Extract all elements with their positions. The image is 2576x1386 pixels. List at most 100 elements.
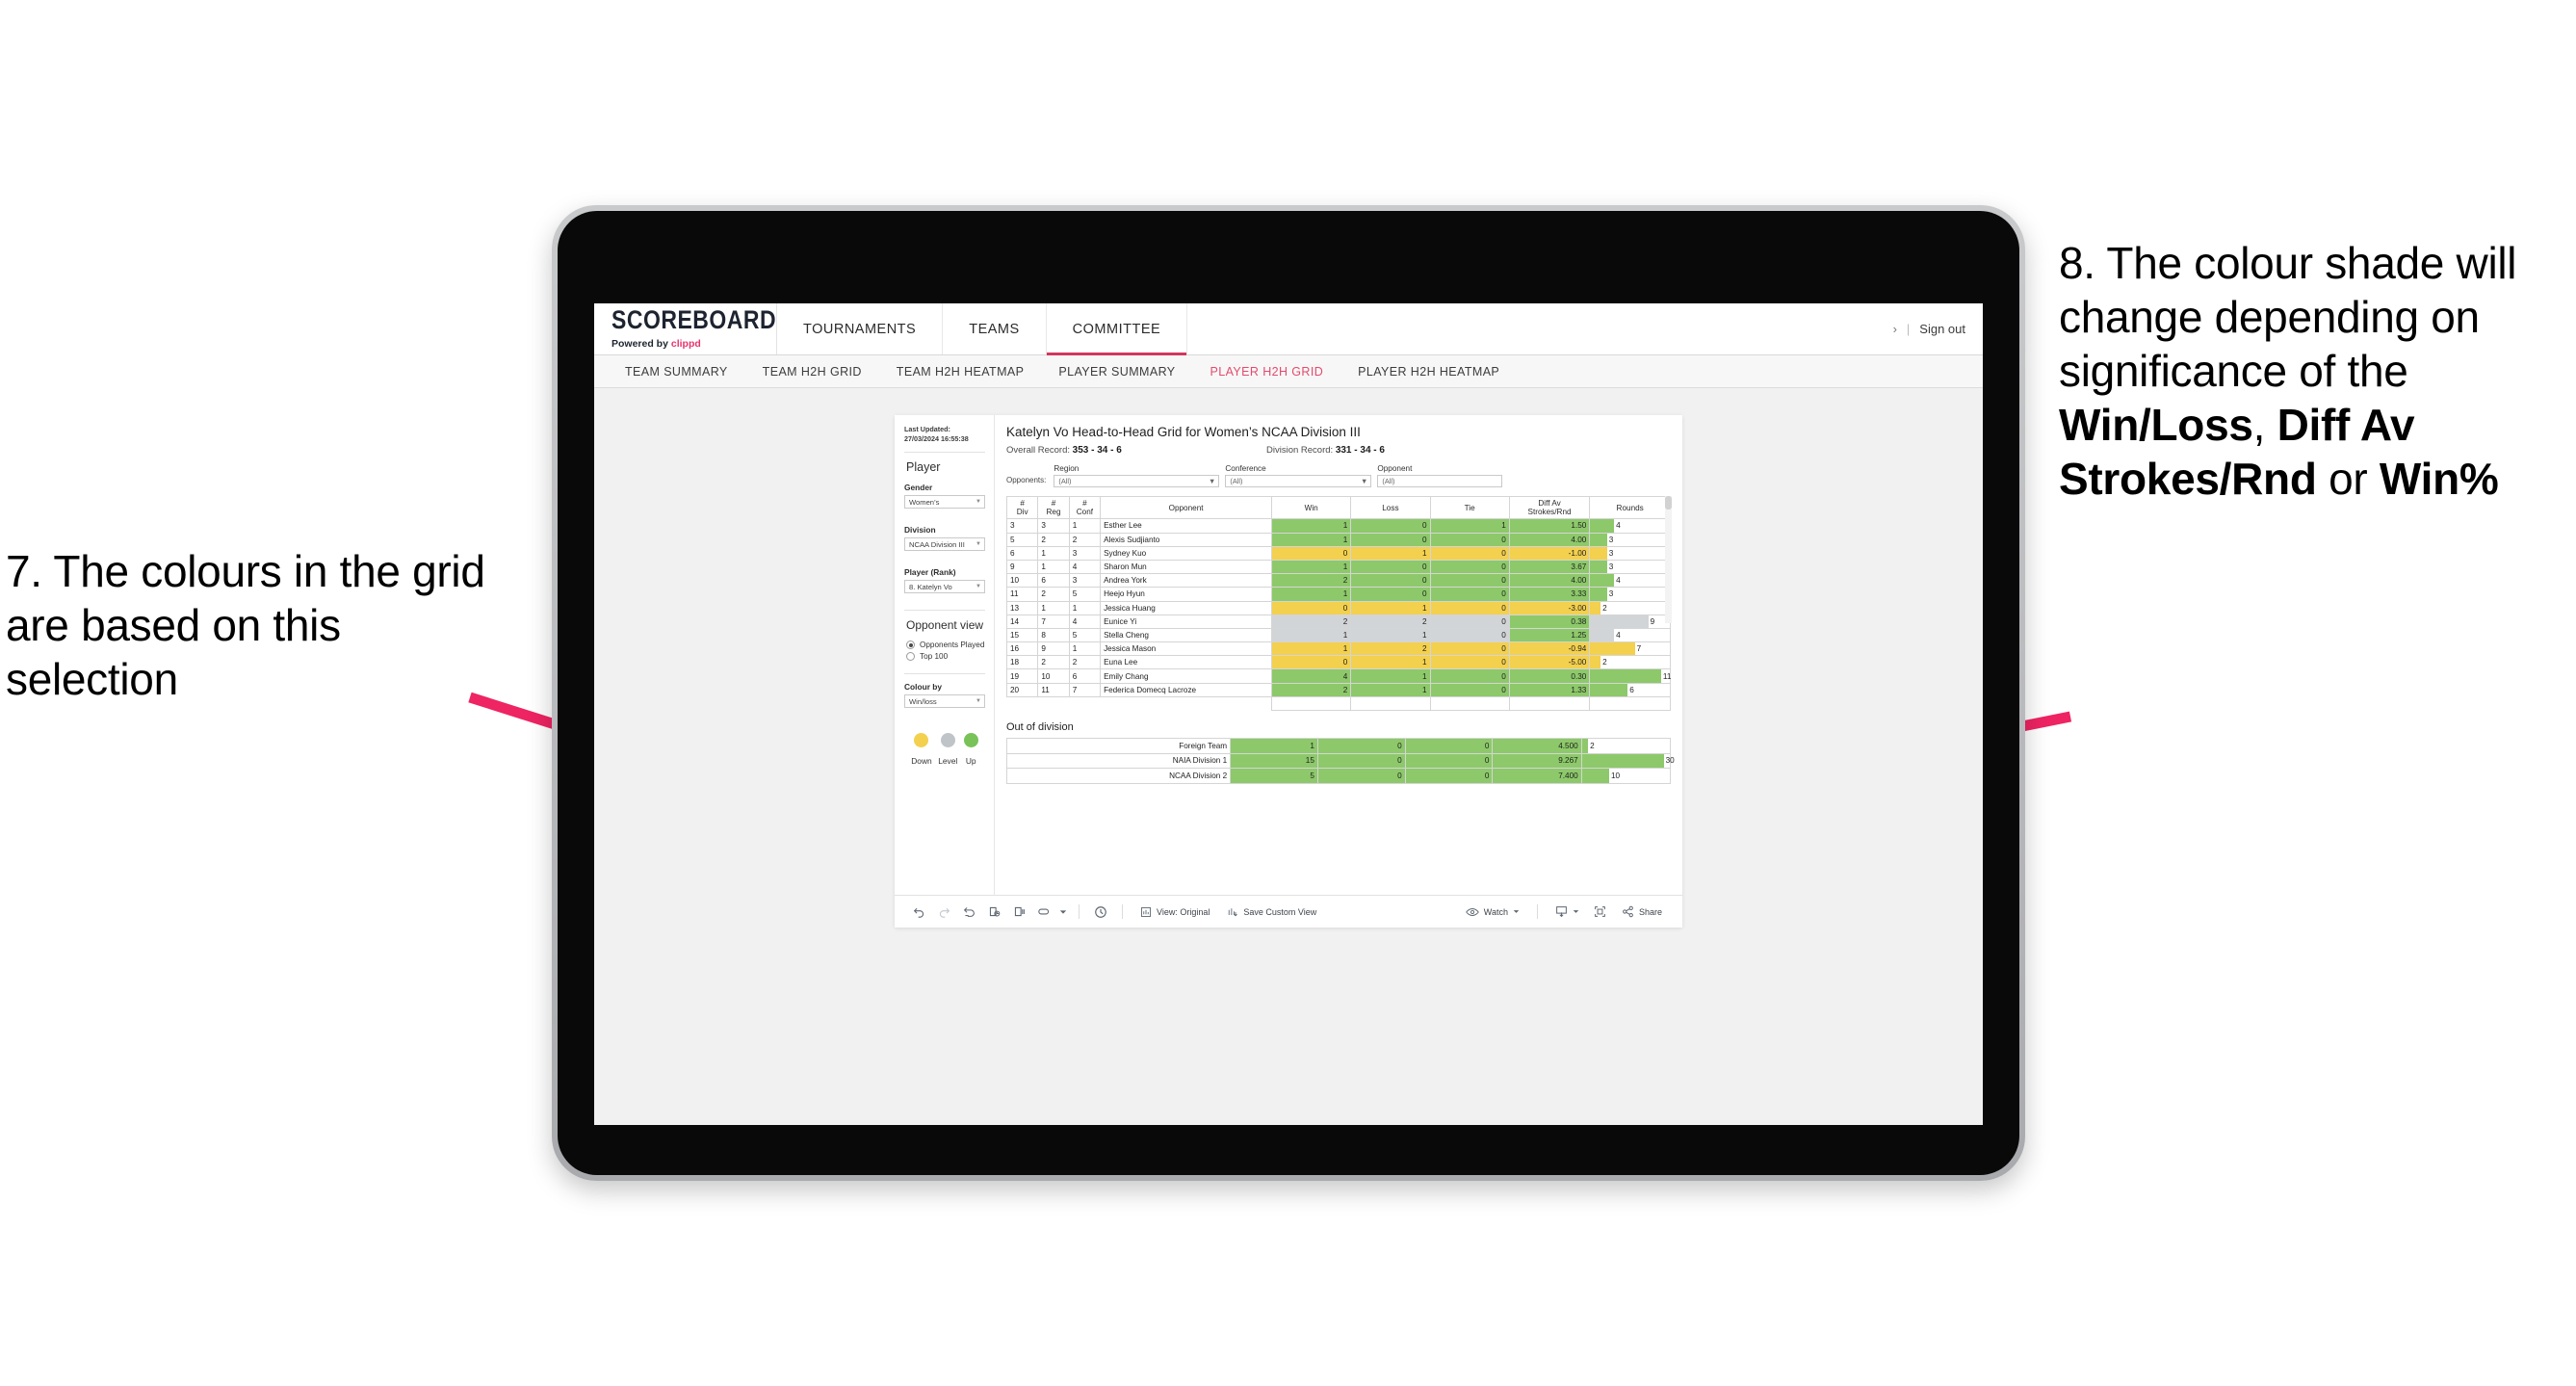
primary-nav: TOURNAMENTS TEAMS COMMITTEE (777, 303, 1188, 355)
account-area: › | Sign out (1893, 303, 1983, 354)
table-row[interactable]: 20 11 7 Federica Domecq Lacroze 2 1 0 1.33 6 (1005, 682, 1671, 697)
subnav-team-h2h-grid[interactable]: TEAM H2H GRID (745, 365, 879, 379)
radio-selected-icon (906, 641, 915, 650)
clock-icon[interactable] (1088, 902, 1113, 923)
table-cell: 2 (1271, 573, 1352, 588)
subnav-team-summary[interactable]: TEAM SUMMARY (608, 365, 745, 379)
sign-out-button[interactable]: Sign out (1919, 322, 1965, 336)
colour-by-select[interactable]: Win/loss ▼ (904, 694, 985, 709)
rounds-bar: 2 (1581, 739, 1670, 753)
refresh-icon[interactable] (981, 902, 1006, 923)
grid-vertical-scrollbar[interactable] (1665, 496, 1672, 623)
legend-down-label: Down (911, 756, 932, 767)
table-cell: 2 (1068, 532, 1102, 547)
table-row[interactable]: 9 1 4 Sharon Mun 1 0 0 3.67 3 (1005, 559, 1671, 575)
table-cell: 3.33 (1508, 587, 1591, 602)
nav-teams[interactable]: TEAMS (943, 303, 1047, 354)
redo-icon[interactable] (931, 902, 956, 923)
account-separator: | (1906, 322, 1911, 336)
pause-icon[interactable] (1006, 902, 1031, 923)
table-cell: 16 (1005, 641, 1039, 657)
legend-up-label: Up (965, 756, 976, 767)
fullscreen-icon[interactable] (1588, 902, 1613, 923)
rounds-bar-fill (1590, 519, 1615, 533)
overall-record-label: Overall Record: (1006, 445, 1070, 456)
division-value: NCAA Division III (909, 539, 965, 549)
radio-top-100[interactable]: Top 100 (906, 652, 985, 662)
chevron-down-icon: ▼ (976, 541, 981, 548)
grid-scroll-thumb[interactable] (1665, 496, 1672, 510)
opponent-select[interactable]: (All) (1377, 475, 1503, 487)
rectangle-select-icon[interactable] (1031, 902, 1056, 923)
table-cell: 0.30 (1508, 668, 1591, 684)
rounds-bar-fill (1590, 546, 1607, 560)
toolbar-divider (1122, 904, 1123, 919)
table-cell: 0 (1350, 532, 1431, 547)
subnav-player-summary[interactable]: PLAYER SUMMARY (1041, 365, 1192, 379)
table-row[interactable]: 3 3 1 Esther Lee 1 0 1 1.50 4 (1005, 518, 1671, 534)
table-row[interactable]: 11 2 5 Heejo Hyun 1 0 0 3.33 3 (1005, 587, 1671, 602)
tablet-device: SCOREBOARD Powered by clippd TOURNAMENTS… (552, 205, 2025, 1181)
subnav-team-h2h-heatmap[interactable]: TEAM H2H HEATMAP (879, 365, 1042, 379)
table-row[interactable]: 15 8 5 Stella Cheng 1 1 0 1.25 4 (1005, 627, 1671, 643)
table-row[interactable]: 10 6 3 Andrea York 2 0 0 4.00 4 (1005, 573, 1671, 588)
table-row[interactable]: 14 7 4 Eunice Yi 2 2 0 0.38 9 (1005, 614, 1671, 629)
table-cell: 1 (1350, 668, 1431, 684)
rounds-bar-fill (1590, 669, 1661, 683)
col-rounds: Rounds (1589, 495, 1671, 520)
legend-down-swatch (914, 733, 929, 748)
table-row[interactable]: 16 9 1 Jessica Mason 1 2 0 -0.94 7 (1005, 641, 1671, 657)
viz-toolbar: View: Original Save Custom View Watch Sh… (895, 895, 1682, 928)
table-row[interactable]: 19 10 6 Emily Chang 4 1 0 0.30 11 (1005, 668, 1671, 684)
gender-label: Gender (904, 483, 933, 493)
rounds-bar-cell: 4 (1589, 518, 1671, 534)
table-cell: Heejo Hyun (1100, 587, 1273, 602)
region-filter: Region (All) ▼ (1054, 464, 1220, 487)
table-row[interactable]: 5 2 2 Alexis Sudjianto 1 0 0 4.00 3 (1005, 532, 1671, 547)
division-record: Division Record: 331 - 34 - 6 (1266, 445, 1385, 456)
watch-button[interactable]: Watch (1457, 906, 1528, 918)
table-cell: 7 (1068, 682, 1102, 697)
caret-down-icon (1573, 910, 1579, 913)
table-row[interactable]: 13 1 1 Jessica Huang 0 1 0 -3.00 2 (1005, 600, 1671, 615)
table-cell: 0.38 (1508, 614, 1591, 629)
table-cell: 8 (1037, 627, 1070, 643)
revert-icon[interactable] (956, 902, 981, 923)
region-select[interactable]: (All) ▼ (1054, 475, 1220, 487)
nav-tournaments[interactable]: TOURNAMENTS (777, 303, 944, 354)
chevron-right-icon[interactable]: › (1893, 322, 1897, 336)
view-original-button[interactable]: View: Original (1132, 906, 1218, 918)
table-cell: 0 (1429, 627, 1510, 643)
table-cell: 0 (1429, 545, 1510, 561)
annotation-8-mid2: or (2316, 454, 2380, 505)
table-row[interactable]: Foreign Team 1 0 0 4.500 2 (1005, 738, 1672, 754)
table-row[interactable]: 18 2 2 Euna Lee 0 1 0 -5.00 2 (1005, 655, 1671, 670)
subnav-player-h2h-grid[interactable]: PLAYER H2H GRID (1193, 365, 1341, 379)
table-cell: -3.00 (1508, 600, 1591, 615)
viz-main: Katelyn Vo Head-to-Head Grid for Women’s… (995, 415, 1682, 895)
table-cell: Esther Lee (1100, 518, 1273, 534)
table-row[interactable]: NAIA Division 1 15 0 0 9.267 30 (1005, 752, 1675, 769)
conference-select[interactable]: (All) ▼ (1225, 475, 1372, 487)
rounds-value: 3 (1608, 548, 1614, 558)
division-select[interactable]: NCAA Division III ▼ (904, 537, 985, 552)
subnav-player-h2h-heatmap[interactable]: PLAYER H2H HEATMAP (1340, 365, 1517, 379)
rounds-bar: 3 (1590, 533, 1670, 546)
share-button[interactable]: Share (1613, 905, 1671, 918)
player-rank-select[interactable]: 8. Katelyn Vo ▼ (904, 580, 985, 594)
col-conf-l2: Conf (1076, 508, 1094, 517)
caret-down-icon[interactable] (1056, 902, 1070, 923)
brand-logo[interactable]: SCOREBOARD Powered by clippd (594, 303, 777, 354)
download-button[interactable] (1547, 905, 1588, 918)
col-reg-l1: # (1051, 499, 1056, 508)
radio-opponents-played[interactable]: Opponents Played (906, 641, 985, 650)
table-row[interactable]: 6 1 3 Sydney Kuo 0 1 0 -1.00 3 (1005, 545, 1671, 561)
table-row[interactable]: NCAA Division 2 5 0 0 7.400 10 (1005, 768, 1672, 784)
rounds-bar: 3 (1590, 546, 1670, 560)
nav-committee[interactable]: COMMITTEE (1046, 303, 1188, 355)
undo-icon[interactable] (906, 902, 931, 923)
save-custom-view-button[interactable]: Save Custom View (1218, 906, 1325, 918)
conference-value: (All) (1230, 477, 1243, 485)
table-cell: 1.25 (1508, 627, 1591, 643)
gender-select[interactable]: Women’s ▼ (904, 495, 985, 510)
